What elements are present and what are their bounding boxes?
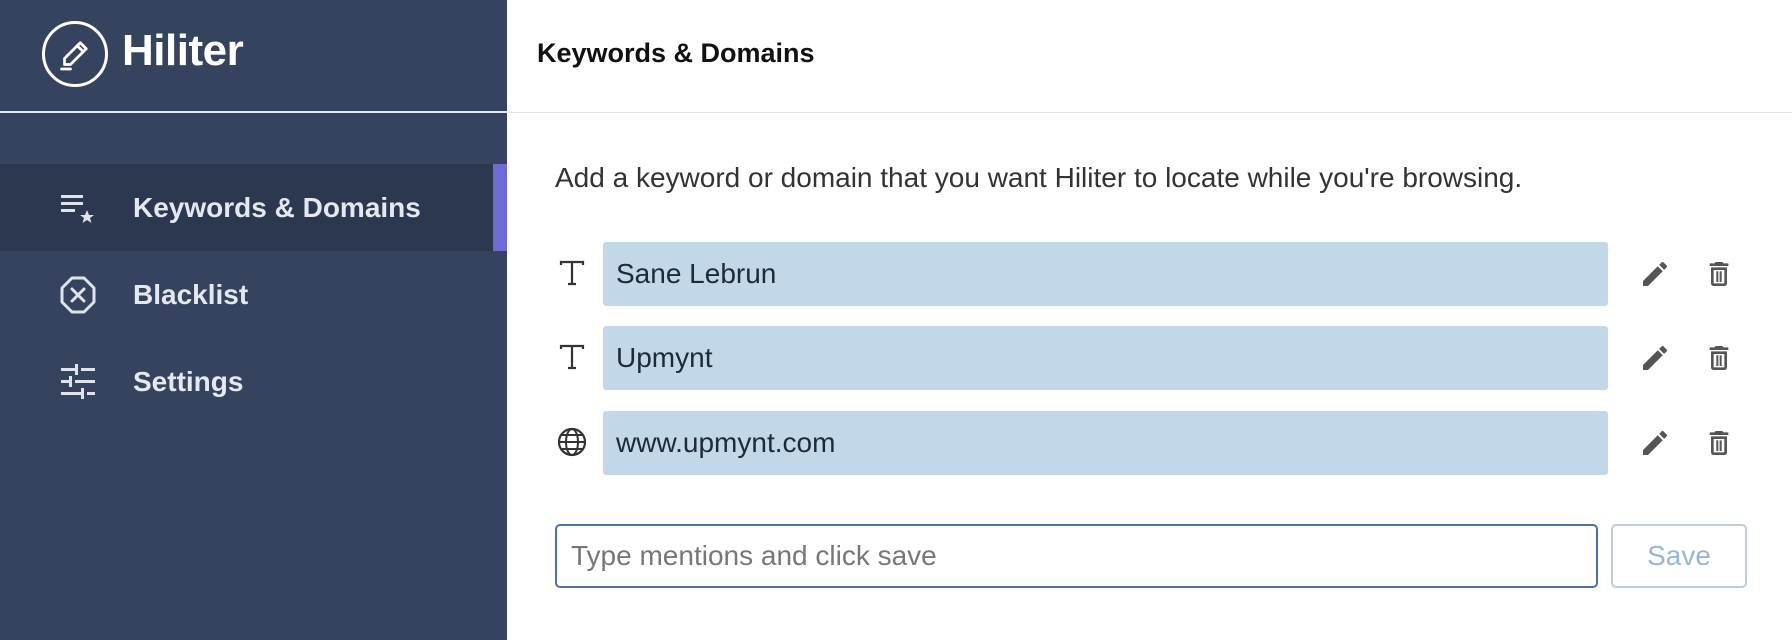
sliders-icon [61, 364, 95, 399]
page-title: Keywords & Domains [537, 38, 815, 68]
keyword-row: Upmynt [555, 326, 1755, 390]
text-type-icon [559, 344, 585, 370]
trash-icon[interactable] [1703, 427, 1735, 459]
keyword-value: Upmynt [616, 342, 713, 373]
globe-icon [557, 427, 587, 457]
keyword-row: Sane Lebrun [555, 242, 1755, 306]
new-keyword-input[interactable] [555, 524, 1598, 588]
sidebar: Hiliter Keywords & Domains Blacklist Set… [0, 0, 507, 640]
edit-pencil-icon[interactable] [1639, 427, 1671, 459]
brand-name: Hiliter [122, 26, 244, 75]
x-octagon-icon [60, 276, 96, 314]
text-type-icon [559, 260, 585, 286]
keyword-field: Sane Lebrun [603, 242, 1608, 306]
sidebar-item-label: Keywords & Domains [133, 192, 421, 223]
trash-icon[interactable] [1703, 342, 1735, 374]
pen-circle-icon [42, 21, 108, 87]
main-panel: Keywords & Domains Add a keyword or doma… [507, 0, 1792, 640]
save-button[interactable]: Save [1611, 524, 1747, 588]
keyword-row: www.upmynt.com [555, 411, 1755, 475]
page-description: Add a keyword or domain that you want Hi… [555, 162, 1523, 193]
edit-pencil-icon[interactable] [1639, 342, 1671, 374]
page-header: Keywords & Domains [507, 0, 1792, 113]
edit-pencil-icon[interactable] [1639, 258, 1671, 290]
sidebar-item-label: Settings [133, 366, 244, 397]
keyword-value: www.upmynt.com [616, 427, 836, 458]
keyword-field: Upmynt [603, 326, 1608, 390]
list-star-icon [61, 195, 94, 223]
keyword-field: www.upmynt.com [603, 411, 1608, 475]
keyword-value: Sane Lebrun [616, 258, 777, 289]
trash-icon[interactable] [1703, 258, 1735, 290]
brand-header: Hiliter [0, 0, 507, 113]
sidebar-item-settings[interactable]: Settings [0, 338, 507, 425]
sidebar-item-keywords-domains[interactable]: Keywords & Domains [0, 164, 507, 251]
sidebar-item-label: Blacklist [133, 279, 249, 310]
sidebar-item-blacklist[interactable]: Blacklist [0, 251, 507, 338]
